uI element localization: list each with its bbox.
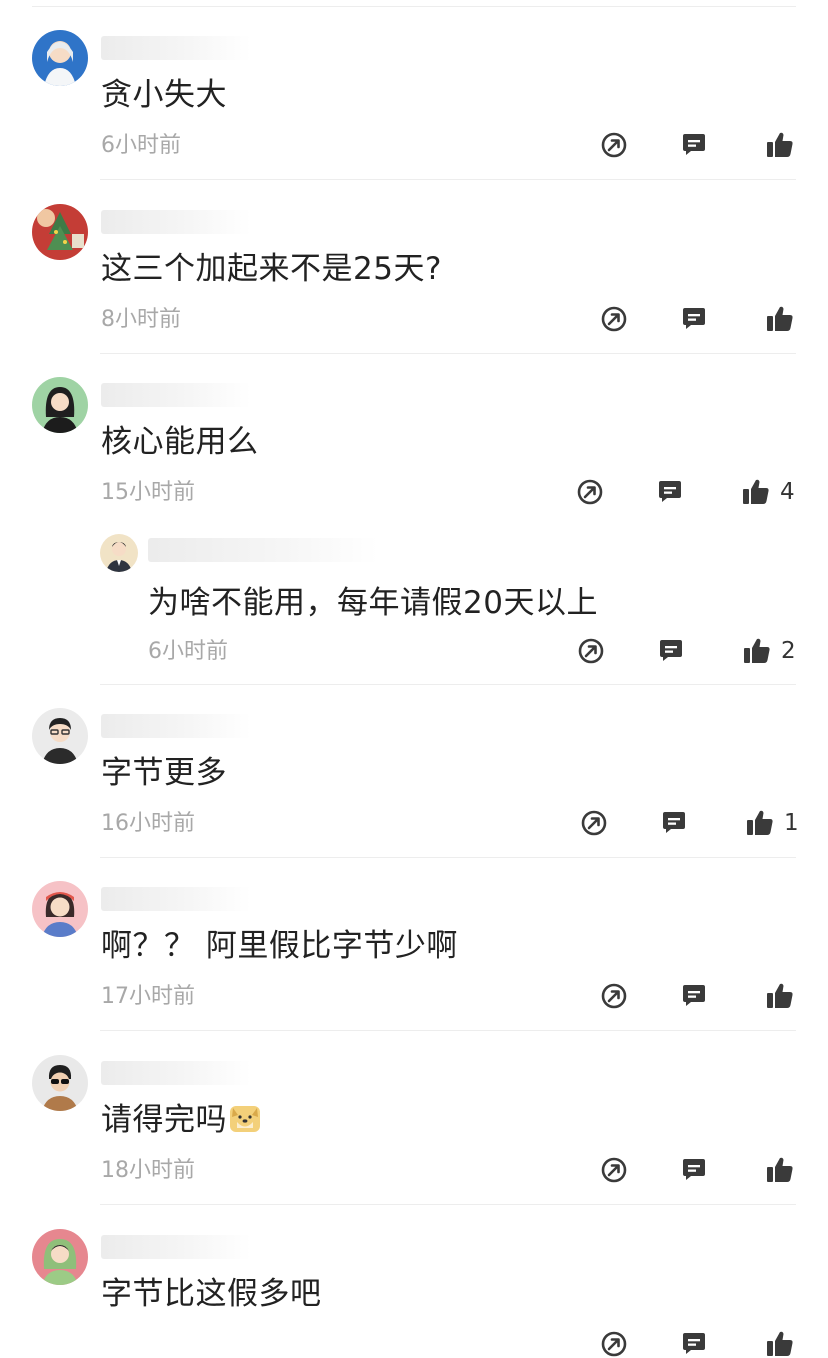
username[interactable] <box>101 383 251 407</box>
divider <box>100 179 796 180</box>
like-count: 2 <box>781 638 796 664</box>
avatar[interactable] <box>32 204 88 260</box>
thumbs-up-icon[interactable] <box>765 1156 795 1186</box>
comment-time: 17小时前 <box>101 984 195 1009</box>
thumbs-up-icon[interactable] <box>742 637 772 667</box>
avatar[interactable] <box>32 881 88 937</box>
avatar[interactable] <box>32 708 88 764</box>
comment-text-value: 请得完吗 <box>101 1102 227 1138</box>
like-count: 4 <box>780 479 795 505</box>
comment-time: 6小时前 <box>101 133 181 158</box>
reply-icon[interactable] <box>680 1330 710 1358</box>
divider <box>100 1030 796 1031</box>
reply-icon[interactable] <box>657 637 687 667</box>
share-icon[interactable] <box>576 478 606 508</box>
avatar[interactable] <box>32 30 88 86</box>
share-icon[interactable] <box>600 131 630 161</box>
username[interactable] <box>101 887 251 911</box>
comment-text: 核心能用么 <box>101 424 259 460</box>
reply-icon[interactable] <box>656 478 686 508</box>
doge-emoji <box>229 1102 261 1134</box>
thumbs-up-icon[interactable] <box>765 131 795 161</box>
share-icon[interactable] <box>577 637 607 667</box>
username[interactable] <box>101 714 251 738</box>
thumbs-up-icon[interactable] <box>745 809 775 839</box>
reply-icon[interactable] <box>680 1156 710 1186</box>
share-icon[interactable] <box>600 1156 630 1186</box>
reply-icon[interactable] <box>680 131 710 161</box>
divider <box>100 857 796 858</box>
like-count: 1 <box>784 810 799 836</box>
reply-icon[interactable] <box>680 982 710 1012</box>
thumbs-up-icon[interactable] <box>765 982 795 1012</box>
comment-text: 字节比这假多吧 <box>101 1276 322 1312</box>
reply-icon[interactable] <box>680 305 710 335</box>
comment-time: 6小时前 <box>148 639 228 664</box>
thumbs-up-icon[interactable] <box>765 1330 795 1358</box>
comment-text: 为啥不能用，每年请假20天以上 <box>148 585 598 621</box>
thumbs-up-icon[interactable] <box>741 478 771 508</box>
username[interactable] <box>101 1061 251 1085</box>
comment-text: 啊？？ 阿里假比字节少啊 <box>101 928 458 964</box>
share-icon[interactable] <box>600 305 630 335</box>
divider <box>100 684 796 685</box>
comment-time: 8小时前 <box>101 307 181 332</box>
divider <box>32 6 796 7</box>
comment-time: 18小时前 <box>101 1158 195 1183</box>
avatar[interactable] <box>100 534 138 572</box>
avatar[interactable] <box>32 1229 88 1285</box>
comment-time: 15小时前 <box>101 480 195 505</box>
share-icon[interactable] <box>600 1330 630 1358</box>
username[interactable] <box>101 1235 251 1259</box>
comment-text: 这三个加起来不是25天? <box>101 251 442 287</box>
comment-text: 贪小失大 <box>101 77 227 113</box>
divider <box>100 353 796 354</box>
comment-text: 请得完吗 <box>101 1101 261 1139</box>
username[interactable] <box>101 36 251 60</box>
divider <box>100 1204 796 1205</box>
avatar[interactable] <box>32 377 88 433</box>
share-icon[interactable] <box>580 809 610 839</box>
thumbs-up-icon[interactable] <box>765 305 795 335</box>
avatar[interactable] <box>32 1055 88 1111</box>
reply-icon[interactable] <box>660 809 690 839</box>
comment-text: 字节更多 <box>101 755 227 791</box>
share-icon[interactable] <box>600 982 630 1012</box>
comment-list: 贪小失大 6小时前 这三个加起来不是25天? 8小时前 核心能用么 15小时前 … <box>0 0 828 1358</box>
comment-time: 16小时前 <box>101 811 195 836</box>
username[interactable] <box>148 538 378 562</box>
username[interactable] <box>101 210 251 234</box>
